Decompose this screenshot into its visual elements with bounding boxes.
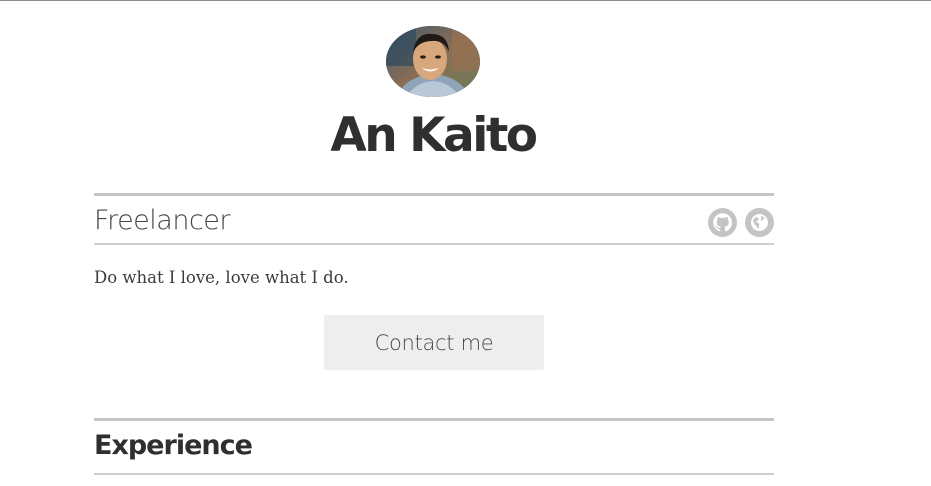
experience-divider-top: [94, 418, 774, 421]
experience-divider-bottom: [94, 473, 774, 475]
profile-role: Freelancer: [94, 205, 231, 236]
profile-name: An Kaito: [330, 108, 538, 163]
contact-button[interactable]: Contact me: [324, 315, 544, 370]
globe-icon: [751, 214, 768, 231]
profile-photo-icon: [386, 26, 480, 97]
github-icon: [713, 213, 733, 232]
header-divider-bottom: [94, 243, 774, 245]
avatar: [386, 26, 480, 97]
profile-tagline: Do what I love, love what I do.: [94, 268, 349, 287]
header-divider-top: [94, 193, 774, 196]
experience-heading: Experience: [94, 430, 253, 461]
website-link[interactable]: [745, 208, 774, 237]
github-link[interactable]: [708, 208, 737, 237]
top-border: [0, 0, 931, 1]
